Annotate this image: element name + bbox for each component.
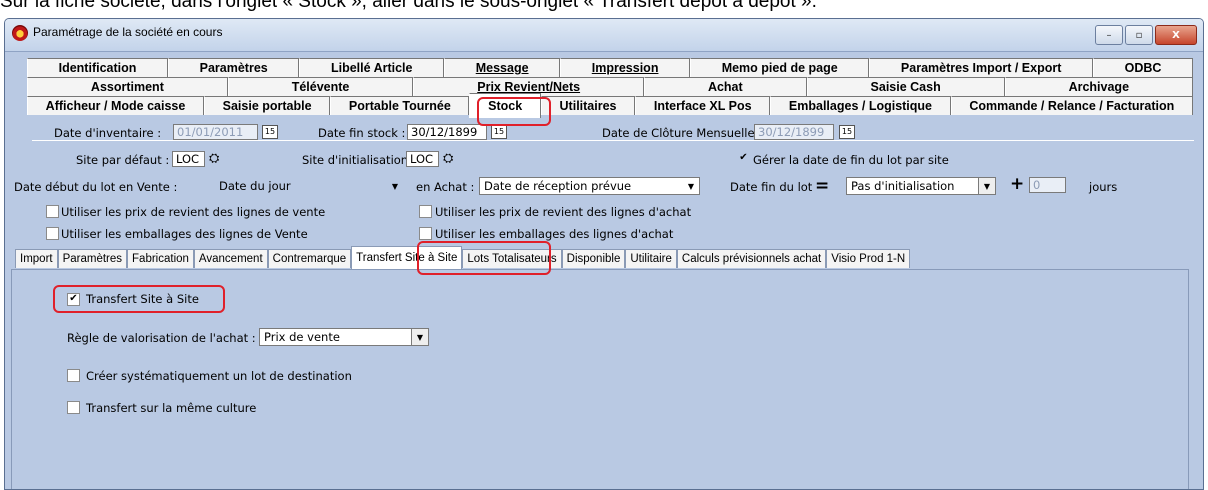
- calendar-icon[interactable]: 15: [491, 125, 507, 139]
- subtab-avancement[interactable]: Avancement: [193, 249, 268, 268]
- subtab-import[interactable]: Import: [15, 249, 58, 268]
- date-debut-vente-value: Date du jour: [219, 179, 291, 193]
- creer-lot-label: Créer systématiquement un lot de destina…: [86, 369, 352, 383]
- tab-memo-pied-de-page[interactable]: Memo pied de page: [690, 58, 870, 77]
- tab-row-3: Afficheur / Mode caisse Saisie portable …: [27, 93, 1193, 118]
- chevron-down-icon[interactable]: ▼: [683, 178, 699, 194]
- date-inventaire-label: Date d'inventaire :: [54, 126, 162, 140]
- site-init-field[interactable]: LOC: [406, 151, 439, 167]
- date-fin-stock-field[interactable]: 30/12/1899: [407, 124, 487, 140]
- subtab-calculs-previsionnels-achat[interactable]: Calculs prévisionnels achat: [676, 249, 827, 268]
- site-picker-icon[interactable]: ⛭: [443, 152, 457, 166]
- maximize-button[interactable]: ▫: [1125, 25, 1153, 45]
- subtab-disponible[interactable]: Disponible: [561, 249, 626, 268]
- emballages-achat-label: Utiliser les emballages des lignes d'ach…: [435, 227, 674, 241]
- creer-lot-checkbox[interactable]: [67, 369, 80, 382]
- calendar-icon[interactable]: 15: [262, 125, 278, 139]
- site-picker-icon[interactable]: ⛭: [209, 152, 223, 166]
- date-fin-lot-select[interactable]: Pas d'initialisation ▼: [846, 177, 996, 195]
- equals-sign: =: [815, 176, 830, 196]
- date-inventaire-field[interactable]: 01/01/2011: [173, 124, 258, 140]
- date-fin-stock-label: Date fin stock :: [318, 126, 406, 140]
- instruction-caption: Sur la fiche société, dans l'onglet « St…: [0, 0, 817, 12]
- prix-revient-achat-checkbox[interactable]: [419, 205, 432, 218]
- tab-libelle-article[interactable]: Libellé Article: [299, 58, 445, 77]
- tab-saisie-portable[interactable]: Saisie portable: [203, 96, 331, 115]
- subtab-lots-totalisateurs[interactable]: Lots Totalisateurs: [462, 249, 562, 268]
- tab-assortiment[interactable]: Assortiment: [27, 77, 228, 96]
- prix-revient-achat-label: Utiliser les prix de revient des lignes …: [435, 205, 692, 219]
- meme-culture-checkbox[interactable]: [67, 401, 80, 414]
- tab-interface-xl-pos[interactable]: Interface XL Pos: [635, 96, 771, 115]
- tab-identification[interactable]: Identification: [27, 58, 169, 77]
- main-tabs: Identification Paramètres Libellé Articl…: [27, 58, 1194, 118]
- tab-odbc[interactable]: ODBC: [1093, 58, 1194, 77]
- chevron-down-icon[interactable]: ▼: [978, 178, 995, 194]
- en-achat-value: Date de réception prévue: [484, 179, 632, 193]
- jours-field[interactable]: 0: [1029, 177, 1066, 193]
- tab-commande-relance-facturation[interactable]: Commande / Relance / Facturation: [950, 96, 1193, 115]
- meme-culture-label: Transfert sur la même culture: [86, 401, 257, 415]
- regle-valorisation-label: Règle de valorisation de l'achat :: [67, 331, 256, 345]
- tab-parametres-import-export[interactable]: Paramètres Import / Export: [869, 58, 1094, 77]
- tab-row-2: Assortiment Télévente Prix Revient/Nets …: [27, 77, 1193, 96]
- date-cloture-label: Date de Clôture Mensuelle :: [602, 126, 763, 140]
- transfert-site-checkbox[interactable]: ✔: [67, 293, 80, 306]
- calendar-icon[interactable]: 15: [839, 125, 855, 139]
- tab-televente[interactable]: Télévente: [227, 77, 414, 96]
- date-cloture-field[interactable]: 30/12/1899: [754, 124, 834, 140]
- gerer-date-fin-label: Gérer la date de fin du lot par site: [753, 153, 949, 167]
- date-fin-lot-value: Pas d'initialisation: [851, 179, 955, 193]
- tab-row-1: Identification Paramètres Libellé Articl…: [27, 58, 1194, 77]
- site-defaut-label: Site par défaut :: [76, 153, 170, 167]
- emballages-vente-label: Utiliser les emballages des lignes de Ve…: [61, 227, 308, 241]
- tab-archivage[interactable]: Archivage: [1004, 77, 1193, 96]
- subtab-contremarque[interactable]: Contremarque: [267, 249, 352, 268]
- subtab-fabrication[interactable]: Fabrication: [127, 249, 194, 268]
- subtab-utilitaire[interactable]: Utilitaire: [625, 249, 677, 268]
- subtab-visio-prod[interactable]: Visio Prod 1-N: [826, 249, 911, 268]
- chevron-down-icon[interactable]: ▼: [387, 178, 403, 194]
- app-icon: [12, 25, 28, 41]
- tab-afficheur-mode-caisse[interactable]: Afficheur / Mode caisse: [27, 96, 204, 115]
- regle-valorisation-value: Prix de vente: [264, 330, 340, 344]
- subtab-transfert-site-a-site[interactable]: Transfert Site à Site: [351, 246, 463, 269]
- tab-parametres[interactable]: Paramètres: [168, 58, 300, 77]
- close-button[interactable]: X: [1155, 25, 1197, 45]
- site-init-label: Site d'initialisation :: [302, 153, 416, 167]
- emballages-vente-checkbox[interactable]: [46, 227, 59, 240]
- tab-impression[interactable]: Impression: [560, 58, 691, 77]
- minimize-button[interactable]: –: [1095, 25, 1123, 45]
- en-achat-select[interactable]: Date de réception prévue ▼: [479, 177, 700, 195]
- date-fin-lot-label: Date fin du lot: [730, 180, 813, 194]
- gerer-date-fin-checkbox[interactable]: ✔: [738, 153, 749, 164]
- transfert-site-label: Transfert Site à Site: [86, 292, 199, 306]
- settings-window: Paramétrage de la société en cours – ▫ X…: [4, 18, 1204, 490]
- sub-tabs: Import Paramètres Fabrication Avancement…: [15, 246, 911, 269]
- tab-utilitaires[interactable]: Utilitaires: [540, 96, 636, 115]
- en-achat-label: en Achat :: [416, 180, 475, 194]
- site-defaut-field[interactable]: LOC: [172, 151, 205, 167]
- tab-saisie-cash[interactable]: Saisie Cash: [806, 77, 1005, 96]
- prix-revient-vente-checkbox[interactable]: [46, 205, 59, 218]
- window-controls: – ▫ X: [1095, 25, 1197, 45]
- plus-sign: +: [1010, 174, 1025, 194]
- subtab-parametres[interactable]: Paramètres: [57, 249, 128, 268]
- emballages-achat-checkbox[interactable]: [419, 227, 432, 240]
- tab-portable-tournee[interactable]: Portable Tournée: [330, 96, 470, 115]
- date-debut-vente-select[interactable]: Date du jour ▼: [214, 177, 404, 195]
- prix-revient-vente-label: Utiliser les prix de revient des lignes …: [61, 205, 326, 219]
- tab-stock[interactable]: Stock: [469, 93, 541, 118]
- tab-message[interactable]: Message: [444, 58, 561, 77]
- window-title: Paramétrage de la société en cours: [33, 25, 223, 39]
- tab-emballages-logistique[interactable]: Emballages / Logistique: [770, 96, 951, 115]
- regle-valorisation-select[interactable]: Prix de vente ▼: [259, 328, 429, 346]
- jours-label: jours: [1089, 180, 1118, 194]
- chevron-down-icon[interactable]: ▼: [411, 329, 428, 345]
- date-debut-vente-label: Date début du lot en Vente :: [14, 180, 178, 194]
- title-bar: Paramétrage de la société en cours – ▫ X: [5, 19, 1203, 52]
- tab-achat[interactable]: Achat: [644, 77, 807, 96]
